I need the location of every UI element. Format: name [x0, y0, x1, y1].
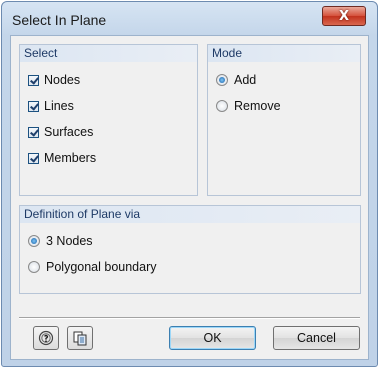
radio-add-label: Add	[234, 73, 257, 87]
window-title: Select In Plane	[12, 12, 107, 28]
copy-icon	[73, 331, 87, 346]
help-button[interactable]	[33, 326, 59, 350]
radio-polygonal-boundary[interactable]: Polygonal boundary	[28, 258, 157, 276]
cancel-button[interactable]: Cancel	[273, 326, 360, 350]
plane-definition-group: Definition of Plane via 3 Nodes Polygona…	[19, 205, 361, 294]
mode-group-header: Mode	[208, 45, 360, 62]
radio-3-nodes-label: 3 Nodes	[46, 234, 93, 248]
help-icon	[38, 330, 54, 346]
checkbox-members-box[interactable]	[28, 152, 39, 164]
radio-add-button[interactable]	[216, 74, 228, 86]
checkbox-surfaces[interactable]: Surfaces	[28, 123, 93, 141]
checkbox-surfaces-label: Surfaces	[44, 125, 94, 139]
checkbox-members[interactable]: Members	[28, 149, 96, 167]
checkbox-lines-label: Lines	[44, 99, 74, 113]
radio-3-nodes[interactable]: 3 Nodes	[28, 232, 93, 250]
ok-button[interactable]: OK	[169, 326, 256, 350]
radio-remove-label: Remove	[234, 99, 281, 113]
select-group: Select Nodes Lines Surfaces Members	[19, 44, 198, 196]
mode-group: Mode Add Remove	[207, 44, 361, 196]
checkbox-lines-box[interactable]	[28, 100, 39, 112]
copy-button[interactable]	[67, 326, 93, 350]
plane-definition-header: Definition of Plane via	[20, 206, 360, 223]
close-icon: X	[338, 8, 350, 24]
checkbox-members-label: Members	[44, 151, 97, 165]
checkbox-surfaces-box[interactable]	[28, 126, 39, 138]
radio-polygonal-boundary-label: Polygonal boundary	[46, 260, 157, 274]
radio-remove-button[interactable]	[216, 100, 228, 112]
radio-3-nodes-button[interactable]	[28, 235, 40, 247]
checkbox-nodes-box[interactable]	[28, 74, 39, 86]
radio-add[interactable]: Add	[216, 71, 256, 89]
radio-polygonal-boundary-button[interactable]	[28, 261, 40, 273]
select-group-header: Select	[20, 45, 197, 62]
radio-remove[interactable]: Remove	[216, 97, 281, 115]
dialog-body: Select Nodes Lines Surfaces Members Mode	[10, 35, 369, 360]
checkbox-lines[interactable]: Lines	[28, 97, 74, 115]
close-button[interactable]: X	[322, 6, 366, 26]
checkbox-nodes[interactable]: Nodes	[28, 71, 80, 89]
title-bar[interactable]: Select In Plane X	[2, 2, 377, 36]
footer-separator	[19, 317, 360, 319]
select-in-plane-dialog: Select In Plane X Select Nodes Lines Sur…	[1, 1, 378, 367]
checkbox-nodes-label: Nodes	[44, 73, 81, 87]
